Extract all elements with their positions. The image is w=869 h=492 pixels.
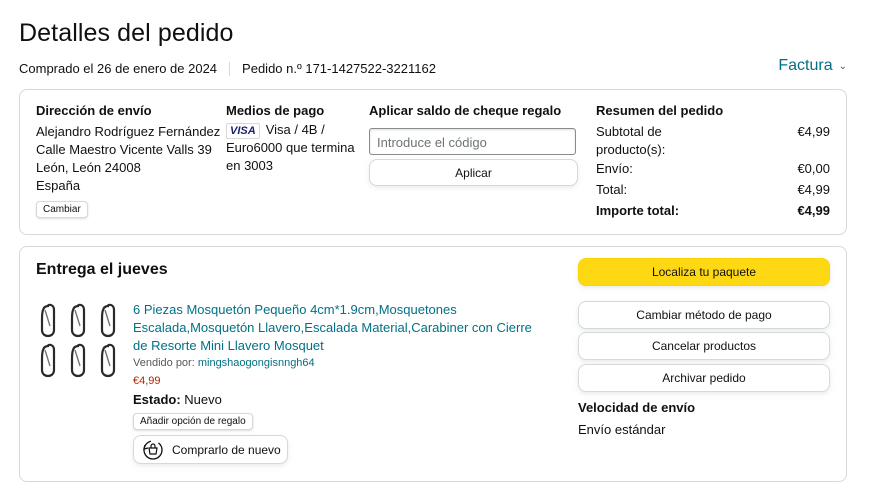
status-value: Nuevo [184,392,222,407]
seller-link[interactable]: mingshaogongisnngh64 [198,357,315,369]
buy-again-button[interactable]: Comprarlo de nuevo [133,435,288,464]
order-number: Pedido n.º 171-1427522-3221162 [242,61,436,76]
address-line: Alejandro Rodríguez Fernández [36,124,221,139]
divider [229,61,231,76]
payment-line: Euro6000 que termina [226,140,355,155]
summary-grand-total: Importe total: €4,99 [596,202,830,220]
summary-total: Total: €4,99 [596,181,830,199]
shipping-address: Alejandro Rodríguez Fernández Calle Maes… [36,123,220,195]
grand-total-value: €4,99 [797,203,830,218]
apply-gift-button[interactable]: Aplicar [369,159,578,186]
subtotal-value: €4,99 [797,124,830,139]
summary-shipping: Envío: €0,00 [596,160,830,178]
address-line: León, León 24008 [36,160,141,175]
delivery-heading: Entrega el jueves [36,261,168,278]
seller-info: Vendido por: mingshaogongisnngh64 [133,357,315,369]
payment-method: VISA Visa / 4B / Euro6000 que termina en … [226,121,366,175]
payment-heading: Medios de pago [226,103,325,118]
order-date: Comprado el 26 de enero de 2024 [19,61,218,76]
page-title: Detalles del pedido [19,19,234,47]
gift-code-input[interactable]: Introduce el código [369,128,576,155]
total-value: €4,99 [797,182,830,197]
visa-icon: VISA [226,123,260,139]
invoice-dropdown[interactable]: Factura ⌄ [778,57,847,75]
grand-total-label: Importe total: [596,203,680,218]
product-status: Estado: Nuevo [133,392,222,407]
cancel-items-button[interactable]: Cancelar productos [578,332,830,360]
chevron-down-icon: ⌄ [838,60,847,72]
reorder-icon [143,439,163,460]
payment-line: Visa / 4B / [265,122,325,137]
invoice-label: Factura [778,57,833,74]
product-price: €4,99 [133,375,161,387]
seller-prefix: Vendido por: [133,357,195,369]
buy-again-label: Comprarlo de nuevo [172,442,281,457]
track-package-button[interactable]: Localiza tu paquete [578,258,830,286]
gift-card-heading: Aplicar saldo de cheque regalo [369,103,562,118]
shipping-cost-label: Envío: [596,161,633,176]
shipping-heading: Dirección de envío [36,103,152,118]
product-title-link[interactable]: 6 Piezas Mosquetón Pequeño 4cm*1.9cm,Mos… [133,301,543,355]
payment-line: en 3003 [226,158,273,173]
shipping-cost-value: €0,00 [797,161,830,176]
carabiner-icon[interactable] [40,300,126,384]
address-line: España [36,178,81,193]
shipping-speed-heading: Velocidad de envío [578,400,696,415]
archive-order-button[interactable]: Archivar pedido [578,364,830,392]
subtotal-label: Subtotal de producto(s): [596,124,666,157]
add-gift-option-button[interactable]: Añadir opción de regalo [133,413,253,430]
summary-heading: Resumen del pedido [596,103,724,118]
status-label: Estado: [133,392,181,407]
change-address-button[interactable]: Cambiar [36,201,88,218]
summary-subtotal: Subtotal de producto(s): €4,99 [596,123,830,159]
order-meta: Comprado el 26 de enero de 2024 Pedido n… [19,61,436,76]
shipping-speed-value: Envío estándar [578,422,666,437]
address-line: Calle Maestro Vicente Valls 39 [36,142,212,157]
total-label: Total: [596,182,628,197]
change-payment-button[interactable]: Cambiar método de pago [578,301,830,329]
